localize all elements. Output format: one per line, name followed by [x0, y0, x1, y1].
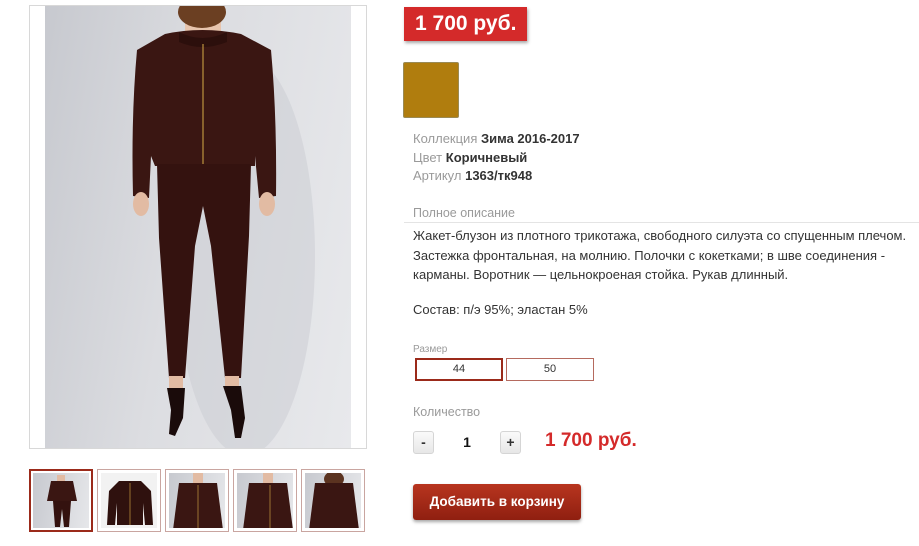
- property-collection: Коллекция Зима 2016-2017: [413, 130, 580, 149]
- description-line: карманы. Воротник — цельнокроеная стойка…: [413, 267, 789, 282]
- thumbnail-2[interactable]: [97, 469, 161, 532]
- thumbnail-1[interactable]: [29, 469, 93, 532]
- thumbnail-5[interactable]: [301, 469, 365, 532]
- property-color: Цвет Коричневый: [413, 149, 580, 168]
- add-to-cart-button[interactable]: Добавить в корзину: [413, 484, 581, 520]
- total-price: 1 700 руб.: [545, 430, 637, 451]
- description-line: Жакет-блузон из плотного трикотажа, своб…: [413, 228, 907, 243]
- description-label: Полное описание: [413, 206, 515, 220]
- property-value: Зима 2016-2017: [480, 131, 580, 146]
- description-line: Застежка фронтальная, на молнию. Полочки…: [413, 247, 886, 263]
- divider: [404, 222, 919, 223]
- size-option-44[interactable]: 44: [415, 358, 503, 381]
- main-product-image[interactable]: [29, 5, 367, 449]
- price-badge: 1 700 руб.: [404, 7, 528, 41]
- thumbnail-4[interactable]: [233, 469, 297, 532]
- color-swatch[interactable]: [403, 62, 459, 118]
- property-article: Артикул 1363/тк948: [413, 167, 580, 186]
- composition-text: Состав: п/э 95%; эластан 5%: [413, 302, 588, 317]
- property-value: 1363/тк948: [465, 168, 533, 183]
- product-photo: [45, 6, 351, 448]
- quantity-value[interactable]: 1: [455, 434, 479, 450]
- product-properties: Коллекция Зима 2016-2017 Цвет Коричневый…: [413, 130, 580, 186]
- property-label: Коллекция: [413, 131, 478, 146]
- quantity-decrease-button[interactable]: -: [413, 431, 434, 454]
- thumbnail-3[interactable]: [165, 469, 229, 532]
- description-text: Жакет-блузон из плотного трикотажа, своб…: [413, 226, 913, 285]
- property-value: Коричневый: [445, 149, 528, 165]
- size-option-50[interactable]: 50: [506, 358, 594, 381]
- size-label: Размер: [413, 344, 448, 355]
- property-label: Цвет: [413, 149, 443, 165]
- quantity-increase-button[interactable]: +: [500, 431, 521, 454]
- property-label: Артикул: [413, 168, 462, 183]
- quantity-label: Количество: [413, 405, 481, 419]
